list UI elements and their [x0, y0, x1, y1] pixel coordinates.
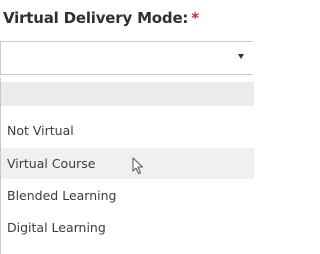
dropdown-option-blended-learning[interactable]: Blended Learning	[1, 180, 254, 211]
mouse-pointer-icon	[132, 157, 143, 174]
field-label-text: Virtual Delivery Mode:	[3, 9, 189, 27]
virtual-delivery-mode-select[interactable]	[0, 41, 253, 75]
dropdown-list: Not Virtual Virtual Course Blended Learn…	[0, 78, 254, 254]
dropdown-option-blank[interactable]	[1, 82, 254, 106]
required-marker: *	[191, 9, 199, 27]
chevron-down-icon[interactable]	[238, 54, 244, 59]
dropdown-option-digital-learning[interactable]: Digital Learning	[1, 212, 254, 243]
dropdown-option-not-virtual[interactable]: Not Virtual	[1, 115, 254, 146]
field-label: Virtual Delivery Mode: *	[3, 9, 199, 27]
dropdown-option-virtual-course[interactable]: Virtual Course	[1, 148, 254, 179]
